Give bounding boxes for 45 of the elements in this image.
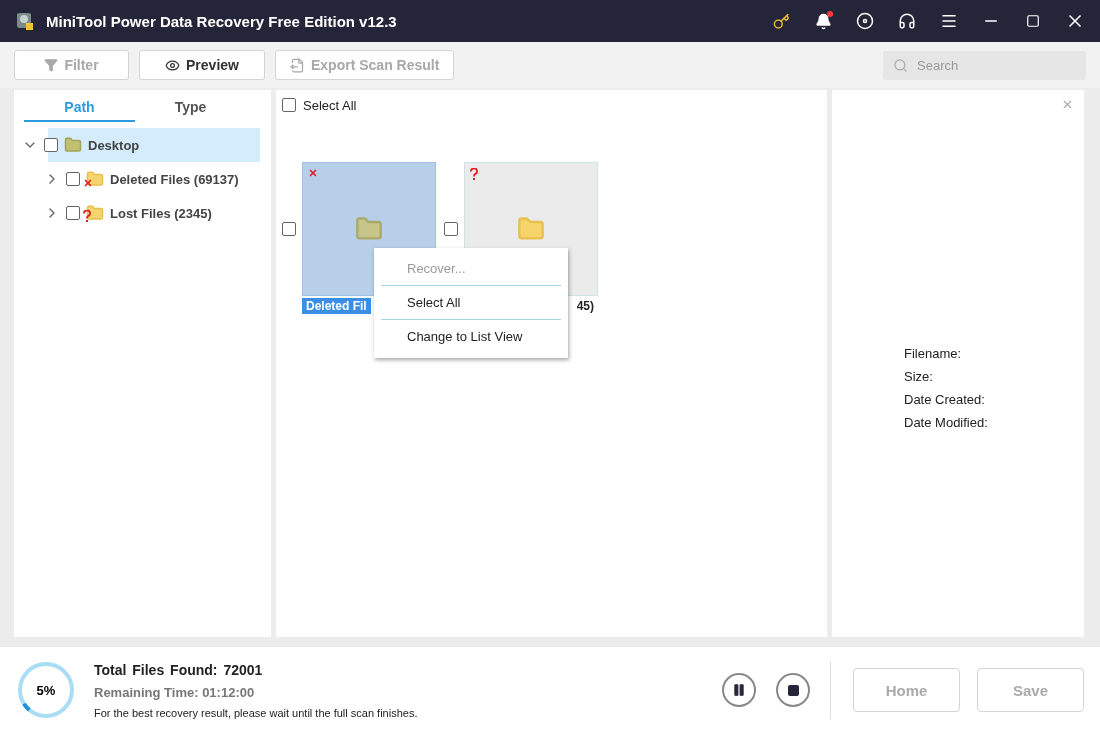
tab[interactable]: Type [135,94,246,122]
pause-icon [732,683,746,697]
folder-label: Deleted Fil [302,298,371,314]
search-field[interactable]: Search [883,50,1086,80]
checkbox[interactable] [44,138,58,152]
preview-button[interactable]: Preview [139,50,265,80]
tree-label: Lost Files (2345) [110,205,212,221]
tree-label: Deleted Files (69137) [110,171,239,187]
checkbox[interactable] [444,222,458,236]
filter-icon [44,58,59,72]
stop-icon [787,684,799,696]
menu-item[interactable]: Change to List View [381,320,561,354]
cross-icon [83,178,93,188]
remaining-time-text: Remaining Time: 01:12:00 [94,684,256,700]
checkbox[interactable] [66,206,80,220]
stop-button[interactable] [776,673,810,707]
window-title: MiniTool Power Data Recovery Free Edition v12.3 [46,12,398,30]
app-logo-icon [14,10,36,32]
detail-label: Date Created: [904,392,986,407]
checkbox[interactable] [282,222,296,236]
progress-percent: 5% [36,682,56,698]
search-icon [893,57,908,73]
pause-button[interactable] [722,673,756,707]
folder-icon [64,136,82,154]
tree-item[interactable]: Deleted Files (69137) [48,162,271,196]
folder-icon [355,215,383,243]
question-mark-icon [470,168,478,180]
detail-label: Size: [904,369,934,384]
eye-icon [165,57,181,73]
folder-label: 45) [575,298,595,314]
tree-label: Desktop [88,137,140,153]
checkbox[interactable] [282,98,296,112]
cross-icon [308,168,318,178]
folder-icon [517,215,545,243]
menu-item[interactable]: Select All [381,286,561,320]
detail-label: Date Modified: [904,415,989,430]
select-all-label: Select All [303,97,357,113]
total-files-text: Total Files Found: 72001 [94,661,264,678]
file-export-icon [290,57,305,73]
detail-label: Filename: [904,346,963,361]
tree-item[interactable]: Lost Files (2345) [48,196,271,230]
question-mark-icon [83,210,91,222]
checkbox[interactable] [66,172,80,186]
disc-icon[interactable] [854,12,876,30]
scan-hint: For the best recovery result, please wait until the full scan finishes. [94,706,418,719]
